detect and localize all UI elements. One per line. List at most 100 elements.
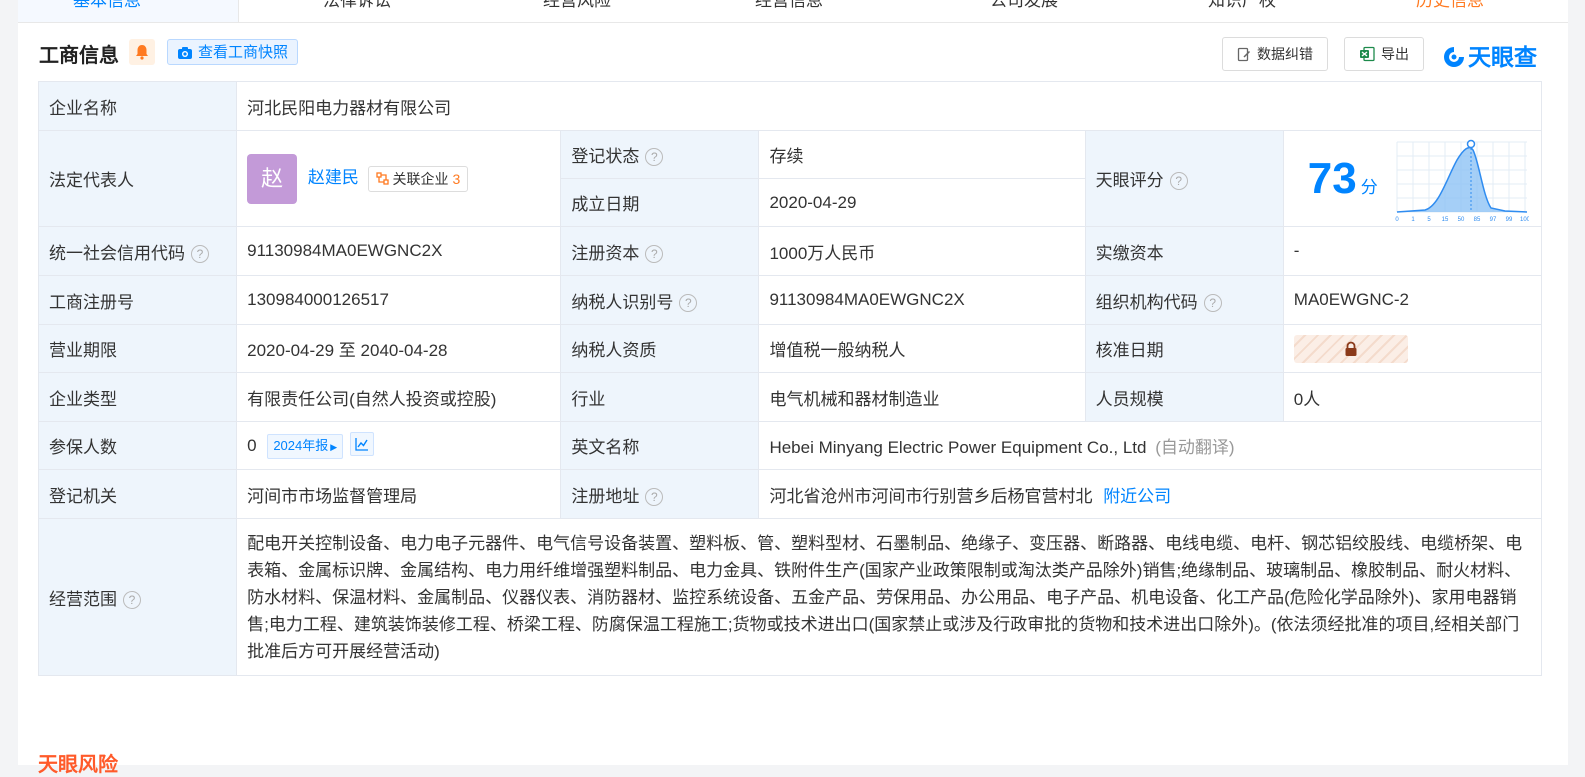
tab-development[interactable]: 公司发展: [990, 0, 1058, 11]
business-info-table: 企业名称 河北民阳电力器材有限公司 法定代表人 赵 赵建民 关联企业 3 登记状态…: [37, 81, 1543, 676]
founded-date: 2020-04-29: [758, 178, 1086, 227]
taxpayer-id: 91130984MA0EWGNC2X: [758, 275, 1086, 325]
avatar[interactable]: 赵: [247, 153, 298, 204]
export-label: 导出: [1381, 46, 1409, 62]
rating-label-cell: 天眼评分?: [1084, 130, 1284, 227]
table-row: 企业名称 河北民阳电力器材有限公司: [37, 81, 1542, 131]
business-scope: 配电开关控制设备、电力电子元器件、电气信号设备装置、塑料板、管、塑料型材、石墨制…: [236, 518, 1542, 676]
industry-label: 行业: [560, 372, 760, 422]
org-code-label-cell: 组织机构代码?: [1084, 275, 1284, 325]
nearby-companies-link[interactable]: 附近公司: [1103, 487, 1171, 506]
table-row: 营业期限 2020-04-29 至 2040-04-28 纳税人资质 增值税一般…: [37, 324, 1543, 373]
related-label: 关联企业: [392, 170, 449, 187]
reg-address-label: 注册地址: [571, 486, 640, 506]
founded-label: 成立日期: [560, 178, 760, 227]
score-marker-icon: [1466, 139, 1476, 148]
network-icon: [375, 171, 389, 185]
reg-capital: 1000万人民币: [758, 226, 1086, 276]
data-correction-label: 数据纠错: [1257, 46, 1313, 62]
tab-operation[interactable]: 经营信息: [755, 0, 823, 11]
reg-status: 存续: [758, 130, 1086, 179]
caret-right-icon: ▶: [330, 442, 338, 452]
tick-label: 50: [1457, 217, 1464, 223]
excel-icon: [1360, 46, 1375, 62]
company-type: 有限责任公司(自然人投资或控股): [236, 372, 562, 422]
tianyancha-logo: 天眼查: [1442, 38, 1537, 72]
rating-label: 天眼评分: [1095, 171, 1164, 190]
annual-report-button[interactable]: 2024年报 ▶: [267, 434, 344, 459]
tick-label: 99: [1505, 217, 1512, 223]
help-icon[interactable]: ?: [645, 487, 664, 506]
table-row: 经营范围? 配电开关控制设备、电力电子元器件、电气信号设备装置、塑料板、管、塑料…: [37, 518, 1542, 676]
scope-label: 经营范围: [49, 589, 117, 609]
help-icon[interactable]: ?: [645, 148, 664, 166]
business-info-card: 工商信息 查看工商快照 数据纠错 导出 天眼查 企业名称 河北民阳电力器材有限公…: [18, 23, 1568, 776]
reg-address-label-cell: 注册地址?: [560, 469, 760, 519]
term-label: 营业期限: [37, 324, 238, 373]
insured-count: 0: [247, 436, 257, 455]
tick-label: 5: [1427, 217, 1431, 223]
data-correction-button[interactable]: 数据纠错: [1222, 37, 1328, 71]
help-icon[interactable]: ?: [1203, 293, 1222, 312]
taxpayer-qual: 增值税一般纳税人: [758, 324, 1086, 373]
table-row: 企业类型 有限责任公司(自然人投资或控股) 行业 电气机械和器材制造业 人员规模…: [37, 372, 1543, 422]
staff-size: 0人: [1282, 372, 1543, 422]
help-icon[interactable]: ?: [1169, 172, 1188, 190]
company-name: 河北民阳电力器材有限公司: [236, 81, 1542, 131]
tab-risk[interactable]: 经营风险: [543, 0, 611, 11]
tab-history[interactable]: 历史信息: [1416, 0, 1484, 11]
reg-address-cell: 河北省沧州市河间市行别营乡后杨官营村北 附近公司: [758, 469, 1542, 519]
tab-ip[interactable]: 知识产权: [1208, 0, 1276, 11]
trend-chart-button[interactable]: [349, 432, 374, 456]
reg-authority: 河间市市场监督管理局: [236, 469, 562, 519]
reg-capital-label-cell: 注册资本?: [560, 226, 760, 276]
auto-translate-note: (自动翻译): [1155, 438, 1235, 457]
help-icon[interactable]: ?: [645, 244, 664, 263]
export-button[interactable]: 导出: [1344, 37, 1424, 71]
related-count: 3: [452, 170, 461, 187]
reg-capital-label: 注册资本: [571, 243, 640, 263]
annual-report-label: 2024年报: [273, 438, 329, 453]
legal-rep-name-link[interactable]: 赵建民: [308, 168, 359, 187]
rating-curve-area: [1396, 147, 1527, 212]
snapshot-label: 查看工商快照: [198, 44, 289, 61]
view-snapshot-button[interactable]: 查看工商快照: [167, 39, 299, 65]
bell-icon[interactable]: [129, 39, 155, 65]
legal-rep-cell: 赵 赵建民 关联企业 3: [236, 130, 562, 227]
next-section-title: 天眼风险: [38, 754, 118, 776]
trend-chart-icon: [355, 438, 368, 451]
chart-tick-labels: 0 1 5 15 50 85 97 99 100: [1395, 217, 1529, 223]
help-icon[interactable]: ?: [191, 244, 209, 263]
logo-mark-icon: [1444, 47, 1464, 67]
company-name-label: 企业名称: [37, 81, 238, 131]
tick-label: 1: [1411, 217, 1415, 223]
camera-icon: [178, 47, 192, 59]
reg-no-label: 工商注册号: [37, 275, 238, 325]
table-row: 参保人数 0 2024年报 ▶ 英文名称 Hebei Minyang Electr…: [37, 421, 1542, 470]
locked-content[interactable]: [1293, 334, 1408, 363]
table-row: 统一社会信用代码? 91130984MA0EWGNC2X 注册资本? 1000万…: [37, 226, 1543, 276]
legal-rep-label: 法定代表人: [37, 130, 238, 227]
help-icon[interactable]: ?: [679, 293, 698, 312]
english-name-label: 英文名称: [560, 421, 760, 470]
credit-code-label-cell: 统一社会信用代码?: [37, 226, 238, 276]
table-row: 登记机关 河间市市场监督管理局 注册地址? 河北省沧州市河间市行别营乡后杨官营村…: [37, 469, 1542, 519]
business-term: 2020-04-29 至 2040-04-28: [236, 324, 562, 373]
approval-date-label: 核准日期: [1084, 324, 1284, 373]
section-tab-bar: 基本信息 法律诉讼 经营风险 经营信息 公司发展 知识产权 历史信息: [18, 0, 1568, 23]
tab-basic-info[interactable]: 基本信息: [73, 0, 141, 11]
tab-legal[interactable]: 法律诉讼: [323, 0, 391, 11]
taxpayer-qual-label: 纳税人资质: [560, 324, 760, 373]
rating-score: 73: [1307, 153, 1357, 203]
related-companies-button[interactable]: 关联企业 3: [367, 165, 469, 192]
help-icon[interactable]: ?: [123, 590, 141, 609]
insured-label: 参保人数: [37, 421, 238, 470]
english-name-cell: Hebei Minyang Electric Power Equipment C…: [758, 421, 1542, 470]
edit-doc-icon: [1237, 47, 1251, 62]
rating-distribution-chart[interactable]: 0 1 5 15 50 85 97 99 100: [1395, 138, 1529, 224]
insured-cell: 0 2024年报 ▶: [236, 421, 562, 470]
tick-label: 100: [1520, 217, 1529, 223]
tick-label: 0: [1395, 217, 1399, 223]
english-name: Hebei Minyang Electric Power Equipment C…: [769, 438, 1147, 457]
section-title: 工商信息: [39, 45, 119, 67]
